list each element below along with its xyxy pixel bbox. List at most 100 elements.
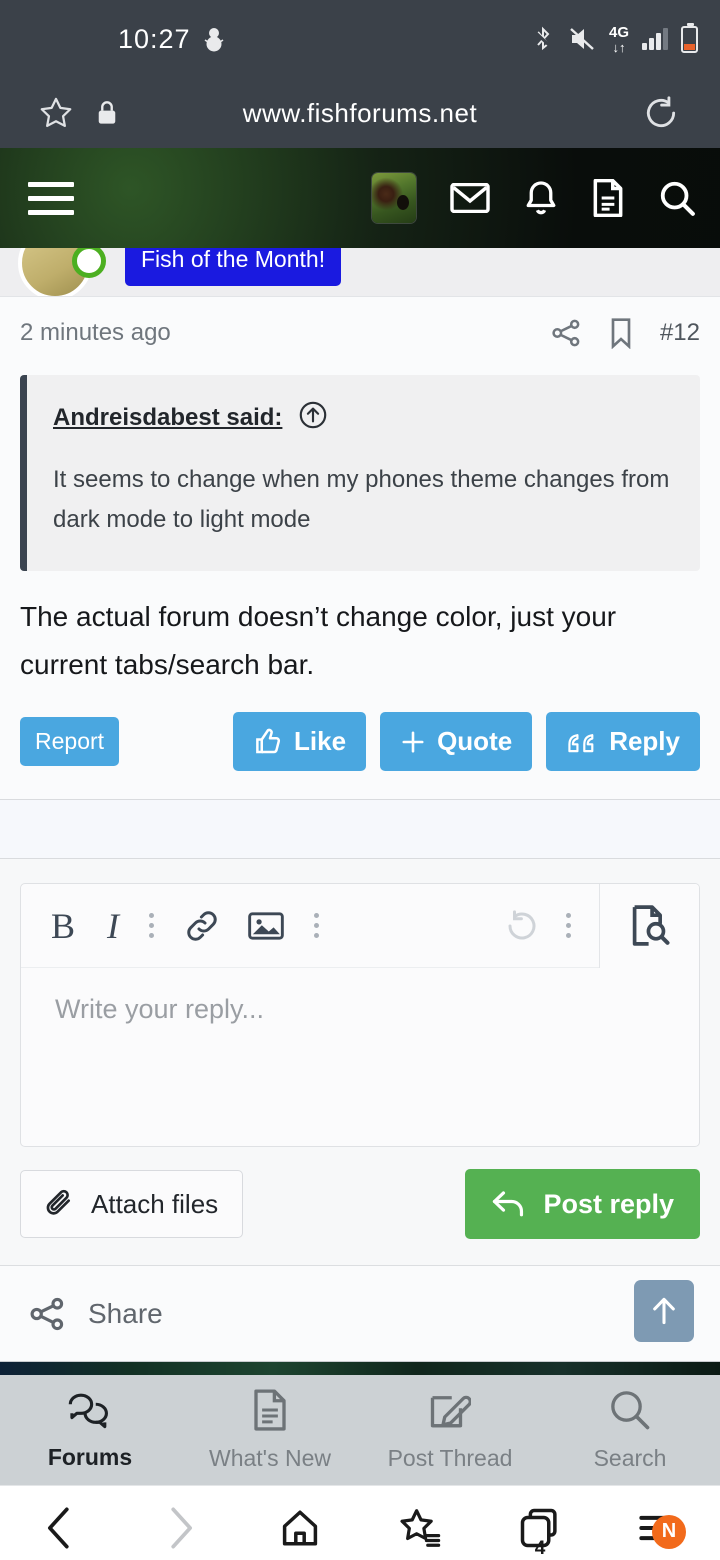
bookmark-icon[interactable] — [608, 317, 634, 349]
fish-of-the-month-badge[interactable]: Fish of the Month! — [125, 248, 342, 286]
forums-icon — [68, 1393, 108, 1428]
inbox-icon[interactable] — [450, 183, 490, 213]
like-button[interactable]: Like — [233, 712, 367, 772]
pages-icon[interactable] — [592, 179, 624, 217]
post-meta: 2 minutes ago #12 — [20, 297, 700, 369]
preview-button[interactable] — [599, 884, 699, 968]
browser-tabs-button[interactable]: 4 — [480, 1507, 600, 1559]
section-gap — [0, 799, 720, 860]
reply-editor: B I Write your reply... — [20, 883, 700, 1148]
browser-back-button[interactable] — [0, 1506, 120, 1550]
post-meta-icons: #12 — [550, 317, 700, 349]
reply-button[interactable]: Reply — [546, 712, 700, 772]
page-content: Fish of the Month! 2 minutes ago #12 And… — [0, 248, 720, 1560]
paperclip-icon — [46, 1189, 70, 1215]
browser-bottom-nav: 4 N — [0, 1485, 720, 1560]
online-indicator — [72, 248, 106, 278]
network-4g-icon: 4G ↓↑ — [608, 23, 629, 55]
menu-notification-badge: N — [652, 1514, 686, 1549]
editor-toolbar: B I — [21, 884, 699, 969]
arrow-up-icon — [653, 1297, 675, 1325]
forum-nav-forums-label: Forums — [47, 1443, 133, 1470]
post-number[interactable]: #12 — [660, 319, 700, 347]
signal-bars-icon — [642, 28, 668, 50]
like-label: Like — [294, 726, 347, 757]
quote-marks-icon — [568, 733, 594, 752]
link-icon[interactable] — [184, 908, 220, 944]
quote-block: Andreisdabest said: It seems to change w… — [20, 375, 700, 571]
post-body: The actual forum doesn’t change color, j… — [20, 600, 617, 681]
snowman-icon — [204, 28, 224, 52]
reply-editor-section: B I Write your reply... Attach files Pos… — [0, 859, 720, 1266]
bluetooth-icon — [532, 26, 554, 51]
whats-new-icon — [254, 1389, 286, 1431]
editor-actions: Attach files Post reply — [20, 1169, 700, 1240]
status-clock: 10:27 — [118, 23, 191, 54]
status-bar-left: 10:27 — [118, 24, 225, 55]
browser-bookmarks-button[interactable] — [360, 1507, 480, 1549]
avatar[interactable] — [372, 173, 416, 223]
post-thread-icon — [430, 1395, 471, 1427]
tab-count-label: 4 — [534, 1537, 546, 1559]
forum-header — [0, 148, 720, 248]
bookmark-star-icon[interactable] — [38, 95, 74, 131]
forum-header-actions — [372, 148, 696, 248]
share-row: Share — [0, 1265, 720, 1362]
share-icon[interactable] — [550, 317, 582, 349]
forum-nav-whats-new[interactable]: What's New — [180, 1389, 360, 1472]
bold-icon[interactable]: B — [51, 905, 75, 947]
thumbs-up-icon — [256, 728, 281, 753]
jump-to-quote-icon[interactable] — [299, 401, 327, 434]
search-icon[interactable] — [658, 179, 696, 217]
browser-forward-button — [120, 1506, 240, 1550]
mute-icon — [570, 28, 594, 50]
quote-label: Quote — [437, 726, 513, 757]
post-timestamp: 2 minutes ago — [20, 319, 171, 346]
attach-files-label: Attach files — [91, 1188, 219, 1219]
forum-nav-search-label: Search — [593, 1444, 667, 1471]
status-bar-right: 4G ↓↑ — [531, 0, 698, 78]
share-label[interactable]: Share — [88, 1298, 163, 1330]
more-insert-options-icon[interactable] — [314, 913, 320, 939]
forum-nav-search[interactable]: Search — [540, 1389, 720, 1472]
quote-author[interactable]: Andreisdabest said: — [53, 404, 282, 432]
browser-url-bar[interactable]: www.fishforums.net — [0, 78, 720, 148]
forum-nav-post-thread[interactable]: Post Thread — [360, 1389, 540, 1472]
menu-icon[interactable] — [28, 181, 74, 215]
image-icon[interactable] — [248, 911, 284, 941]
undo-icon — [504, 908, 540, 944]
fish-of-the-month-row: Fish of the Month! — [0, 248, 720, 296]
forum-nav-whats-new-label: What's New — [209, 1444, 331, 1471]
status-bar: 10:27 4G ↓↑ — [0, 0, 720, 78]
lock-icon — [98, 101, 116, 124]
reload-icon[interactable] — [642, 94, 680, 132]
reply-arrow-icon — [493, 1191, 524, 1217]
reply-label: Reply — [609, 726, 680, 757]
quote-button[interactable]: Quote — [380, 712, 533, 772]
plus-icon — [402, 731, 424, 753]
quote-text: It seems to change when my phones theme … — [53, 466, 670, 534]
forum-nav-forums[interactable]: Forums — [0, 1390, 180, 1471]
more-text-options-icon[interactable] — [149, 913, 155, 939]
phone-screen: 10:27 4G ↓↑ www.fishforums.net Fish of t… — [0, 0, 720, 1560]
browser-menu-button[interactable]: N — [600, 1511, 720, 1549]
more-history-options-icon[interactable] — [566, 913, 571, 939]
forum-bottom-nav: Forums What's New Post Thread Search — [0, 1375, 720, 1486]
attach-files-button[interactable]: Attach files — [20, 1170, 244, 1239]
background-photo-strip — [0, 1361, 720, 1376]
reply-textarea[interactable]: Write your reply... — [21, 968, 699, 1146]
post-actions: Report Like Quote Reply — [20, 700, 700, 799]
post-reply-label: Post reply — [543, 1188, 674, 1219]
preview-icon — [632, 904, 670, 946]
italic-icon[interactable]: I — [107, 905, 119, 947]
scroll-to-top-button[interactable] — [634, 1280, 694, 1343]
battery-icon — [681, 22, 698, 53]
alerts-icon[interactable] — [524, 180, 558, 216]
search-nav-icon — [611, 1390, 650, 1429]
forum-nav-post-thread-label: Post Thread — [387, 1444, 513, 1471]
share-nodes-icon[interactable] — [28, 1295, 66, 1333]
report-button[interactable]: Report — [20, 717, 120, 767]
post-reply-button[interactable]: Post reply — [465, 1169, 700, 1240]
browser-home-button[interactable] — [240, 1507, 360, 1549]
post-block: 2 minutes ago #12 Andreisdabest said: It… — [0, 296, 720, 800]
